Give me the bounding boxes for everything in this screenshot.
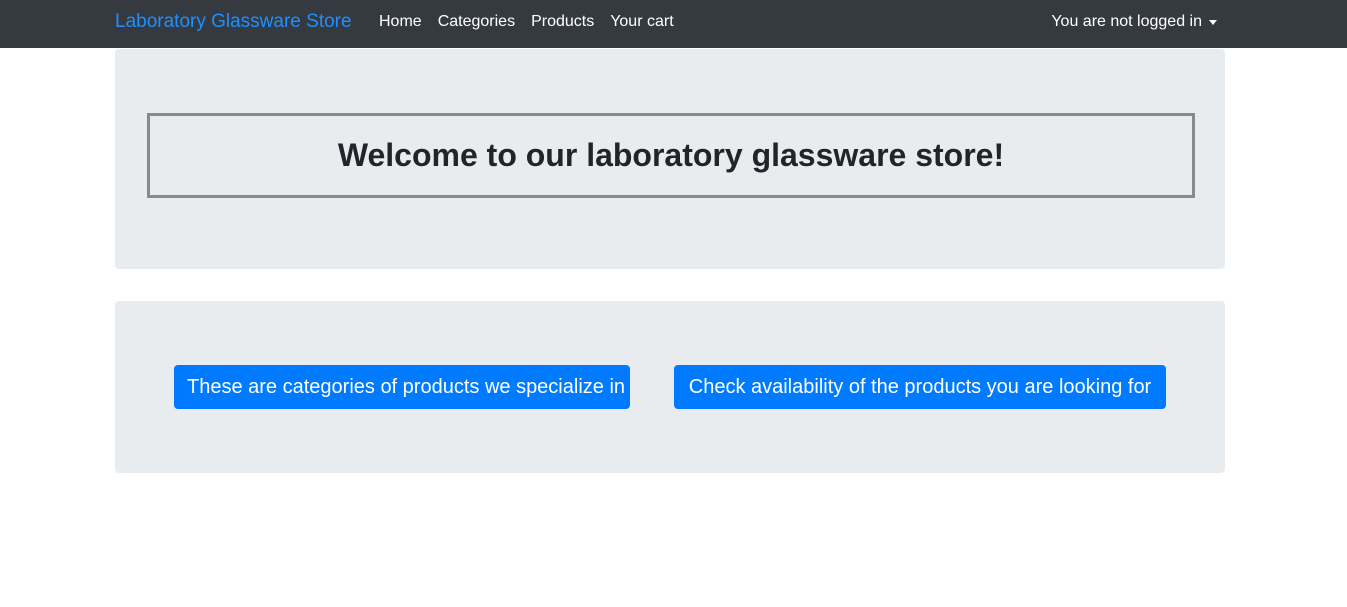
navbar: Laboratory Glassware Store Home Categori… — [0, 0, 1347, 48]
brand-link[interactable]: Laboratory Glassware Store — [115, 11, 352, 33]
welcome-box: Welcome to our laboratory glassware stor… — [147, 113, 1195, 198]
categories-button[interactable]: These are categories of products we spec… — [174, 365, 630, 409]
welcome-title: Welcome to our laboratory glassware stor… — [337, 137, 1005, 173]
caret-down-icon — [1209, 20, 1217, 25]
nav-links: Home Categories Products Your cart — [379, 13, 674, 31]
user-menu-dropdown[interactable]: You are not logged in — [1051, 13, 1217, 31]
availability-button[interactable]: Check availability of the products you a… — [674, 365, 1166, 409]
nav-link-products[interactable]: Products — [531, 13, 594, 31]
actions-jumbotron: These are categories of products we spec… — [115, 301, 1225, 473]
nav-link-categories[interactable]: Categories — [438, 13, 515, 31]
user-menu-label: You are not logged in — [1051, 13, 1202, 30]
nav-link-home[interactable]: Home — [379, 13, 422, 31]
nav-link-cart[interactable]: Your cart — [610, 13, 673, 31]
welcome-jumbotron: Welcome to our laboratory glassware stor… — [115, 49, 1225, 269]
